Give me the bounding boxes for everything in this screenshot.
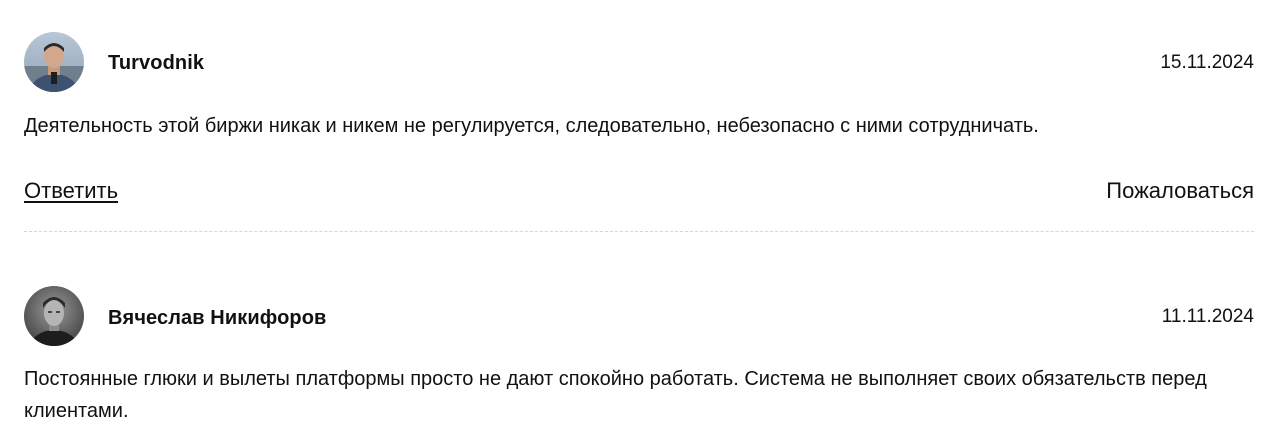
review-item: Turvodnik 15.11.2024 Деятельность этой б… <box>24 32 1254 203</box>
avatar-photo-icon <box>24 32 84 92</box>
review-header: Turvodnik 15.11.2024 <box>24 32 1254 94</box>
review-item: Вячеслав Никифоров 11.11.2024 Постоянные… <box>24 286 1254 422</box>
review-header: Вячеслав Никифоров 11.11.2024 <box>24 286 1254 348</box>
reply-link[interactable]: Ответить <box>24 178 118 204</box>
review-text: Постоянные глюки и вылеты платформы прос… <box>24 368 1207 422</box>
review-author: Вячеслав Никифоров <box>108 307 327 329</box>
reviews-list: Turvodnik 15.11.2024 Деятельность этой б… <box>0 0 1274 429</box>
review-actions: Ответить Пожаловаться <box>24 178 1254 208</box>
avatar-photo-icon <box>24 286 84 346</box>
report-link[interactable]: Пожаловаться <box>1106 178 1254 204</box>
review-date: 11.11.2024 <box>1161 306 1254 327</box>
review-author: Turvodnik <box>108 52 205 74</box>
avatar[interactable] <box>24 32 84 92</box>
review-divider <box>24 231 1254 232</box>
review-date: 15.11.2024 <box>1160 52 1254 73</box>
review-text: Деятельность этой биржи никак и никем не… <box>24 115 1039 137</box>
avatar[interactable] <box>24 286 84 346</box>
